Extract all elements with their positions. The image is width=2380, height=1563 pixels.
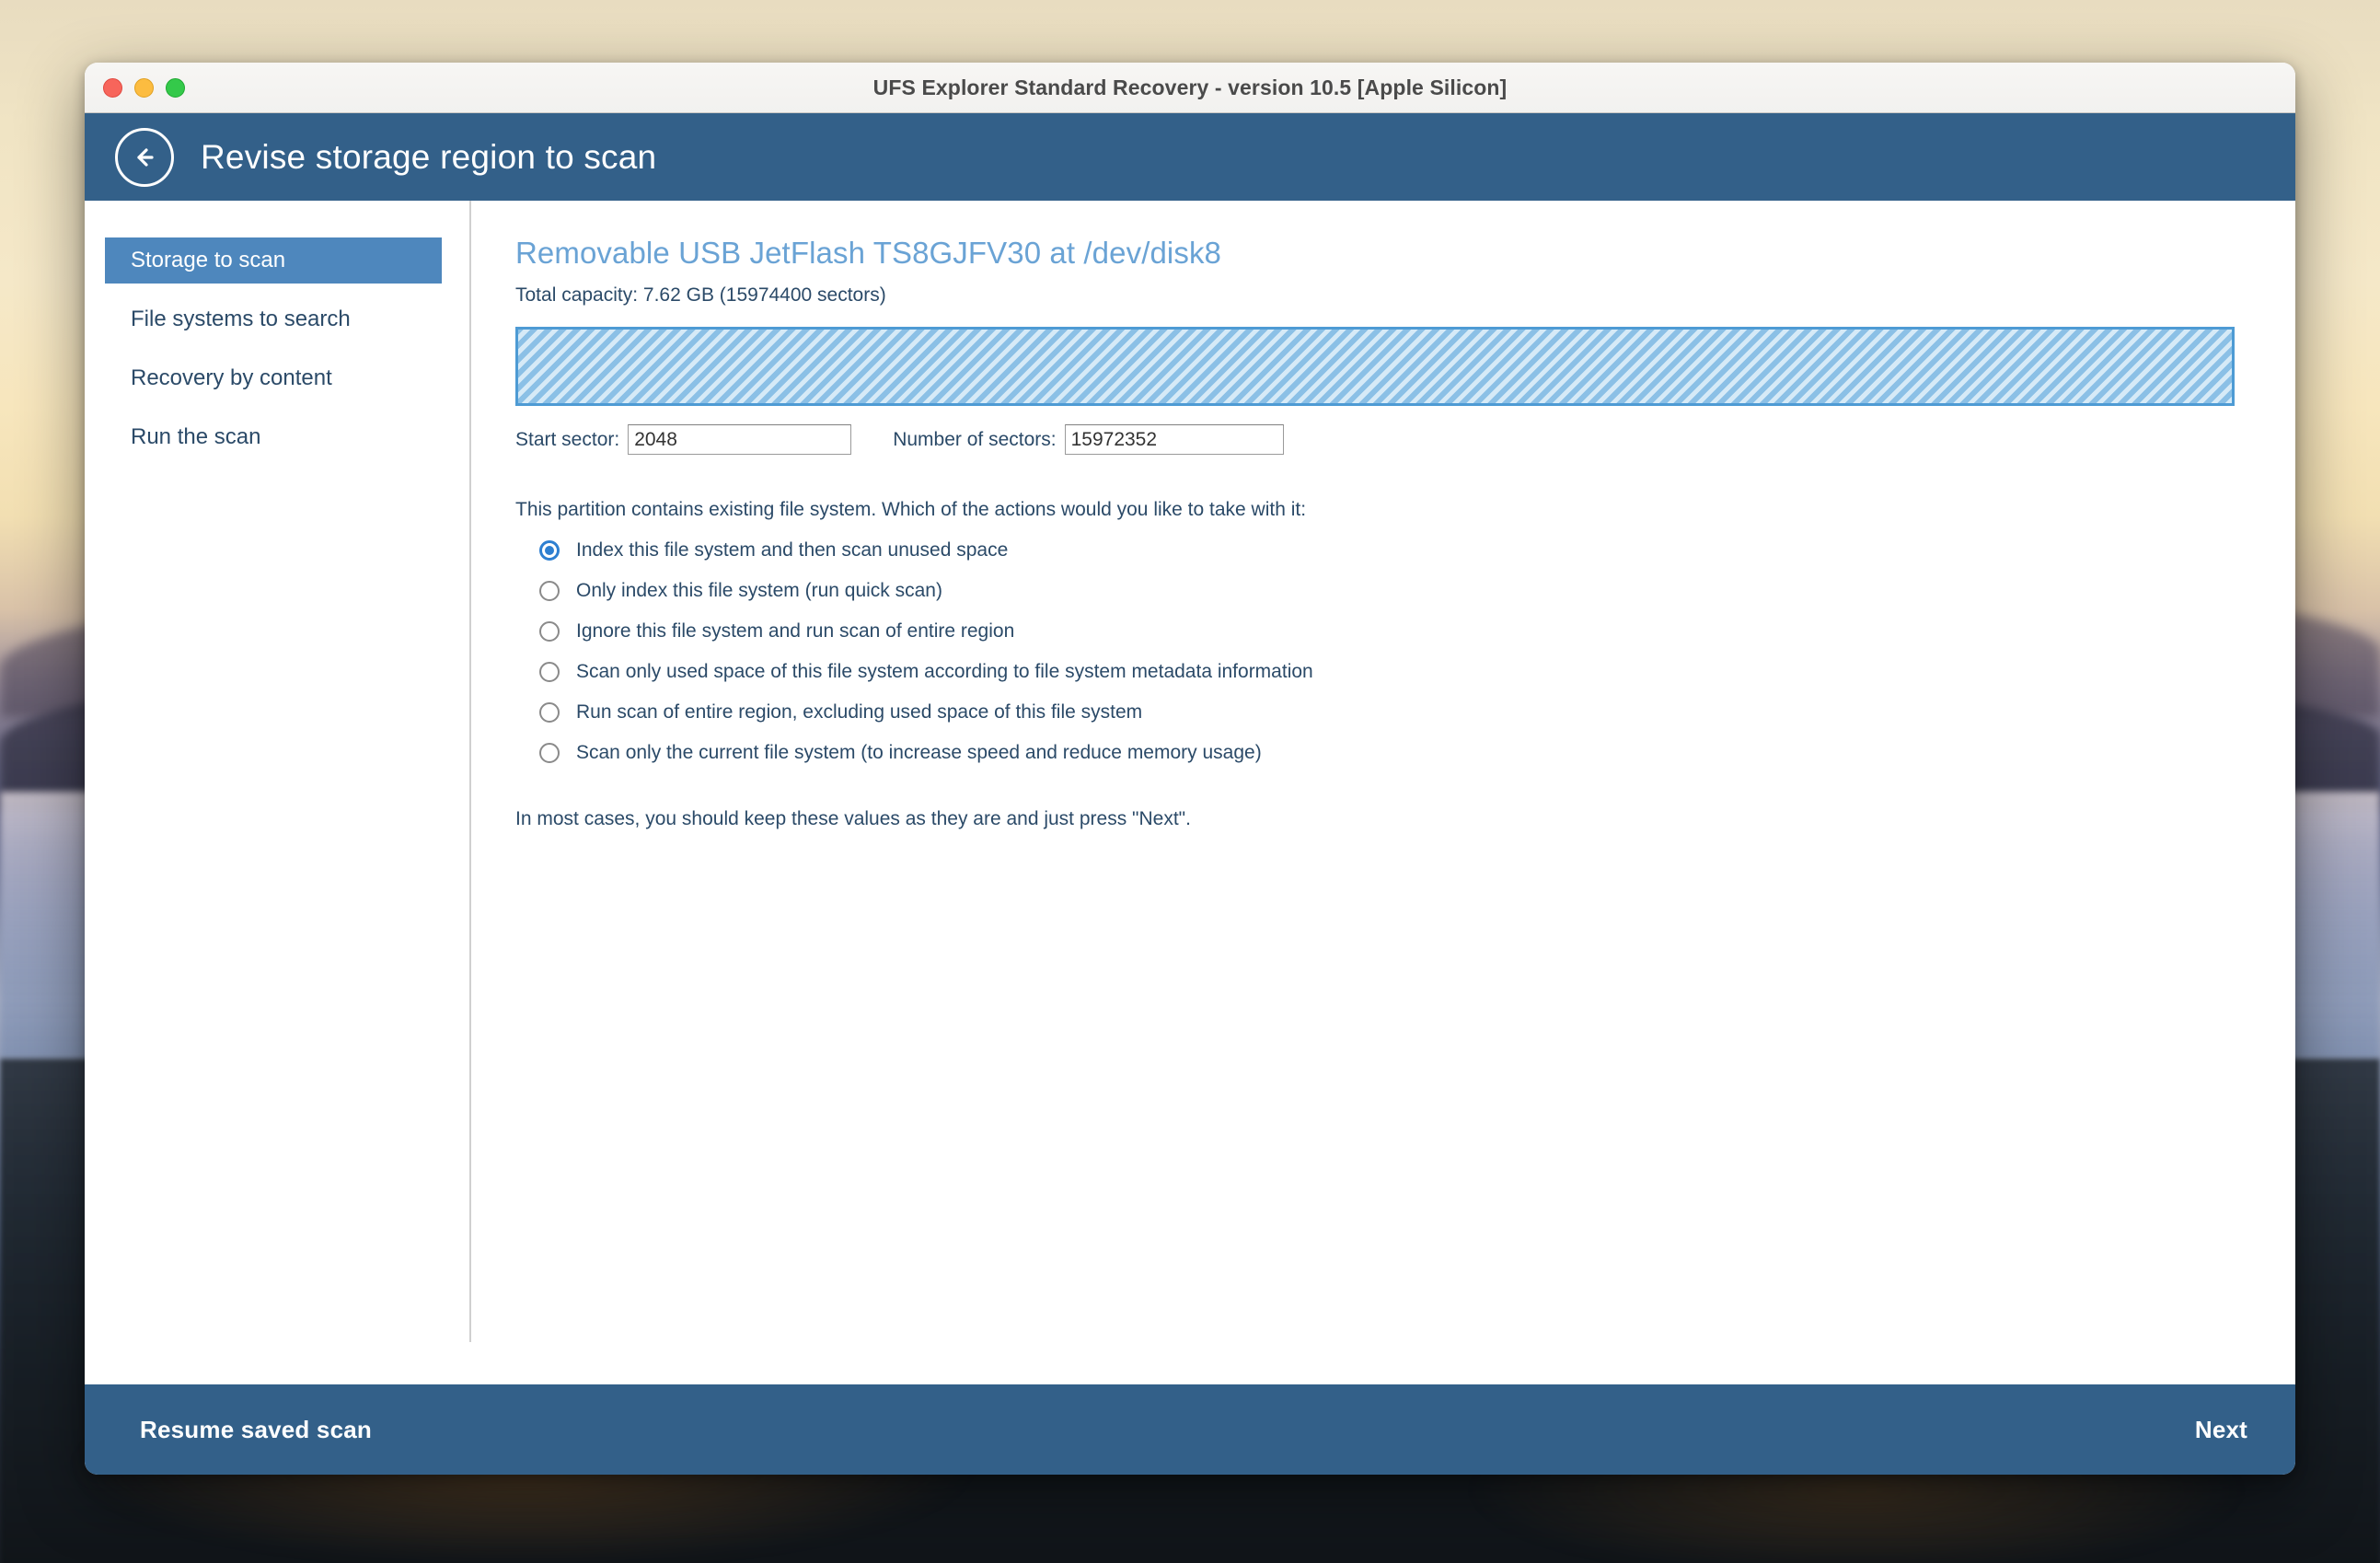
start-sector-input[interactable] [628, 424, 852, 455]
sidebar-item-label: Run the scan [131, 424, 261, 449]
storage-device-title: Removable USB JetFlash TS8GJFV30 at /dev… [515, 236, 1221, 270]
application-window: UFS Explorer Standard Recovery - version… [85, 63, 2295, 1475]
sidebar-item-label: File systems to search [131, 307, 351, 331]
radio-option-ignore-scan-entire-region[interactable]: Ignore this file system and run scan of … [515, 620, 2295, 643]
radio-option-scan-only-current-fs[interactable]: Scan only the current file system (to in… [515, 742, 2295, 764]
number-of-sectors-input[interactable] [1064, 424, 1284, 455]
back-arrow-icon[interactable] [115, 127, 174, 187]
main-content: Removable USB JetFlash TS8GJFV30 at /dev… [471, 201, 2295, 1384]
partition-region-bar[interactable] [515, 327, 2235, 406]
wizard-step-sidebar: Storage to scan File systems to search R… [85, 201, 471, 1384]
file-system-action-question: This partition contains existing file sy… [515, 499, 1307, 520]
sidebar-item-run-the-scan[interactable]: Run the scan [105, 414, 442, 460]
radio-option-label: Only index this file system (run quick s… [576, 580, 942, 601]
radio-unselected-icon[interactable] [539, 743, 560, 763]
sector-range-row: Start sector: Number of sectors: [515, 424, 2295, 455]
window-titlebar: UFS Explorer Standard Recovery - version… [85, 63, 2295, 113]
number-of-sectors-label: Number of sectors: [893, 428, 1057, 450]
sidebar-item-label: Storage to scan [131, 248, 286, 272]
page-title: Revise storage region to scan [201, 137, 657, 176]
sidebar-item-label: Recovery by content [131, 365, 332, 390]
page-header: Revise storage region to scan [85, 113, 2295, 201]
radio-option-label: Ignore this file system and run scan of … [576, 620, 1015, 642]
hint-text: In most cases, you should keep these val… [515, 808, 1191, 829]
zoom-window-button[interactable] [166, 77, 185, 98]
radio-option-scan-entire-excluding-used[interactable]: Run scan of entire region, excluding use… [515, 701, 2295, 724]
radio-option-scan-used-space-metadata[interactable]: Scan only used space of this file system… [515, 661, 2295, 683]
radio-unselected-icon[interactable] [539, 662, 560, 682]
radio-unselected-icon[interactable] [539, 581, 560, 601]
desktop-wallpaper: UFS Explorer Standard Recovery - version… [0, 0, 2380, 1563]
storage-capacity-text: Total capacity: 7.62 GB (15974400 sector… [515, 284, 886, 306]
sidebar-item-file-systems-to-search[interactable]: File systems to search [105, 296, 442, 342]
radio-option-label: Scan only used space of this file system… [576, 661, 1313, 682]
radio-unselected-icon[interactable] [539, 621, 560, 642]
start-sector-label: Start sector: [515, 428, 620, 450]
traffic-light-group [103, 77, 185, 98]
resume-saved-scan-button[interactable]: Resume saved scan [140, 1416, 372, 1444]
window-title: UFS Explorer Standard Recovery - version… [872, 75, 1508, 99]
radio-option-label: Scan only the current file system (to in… [576, 742, 1262, 763]
sidebar-item-storage-to-scan[interactable]: Storage to scan [105, 237, 442, 284]
window-body: Storage to scan File systems to search R… [85, 201, 2295, 1384]
radio-option-index-and-scan-unused[interactable]: Index this file system and then scan unu… [515, 539, 2295, 562]
close-window-button[interactable] [103, 77, 122, 98]
minimize-window-button[interactable] [134, 77, 154, 98]
radio-unselected-icon[interactable] [539, 702, 560, 723]
radio-selected-icon[interactable] [539, 540, 560, 561]
sidebar-item-recovery-by-content[interactable]: Recovery by content [105, 355, 442, 401]
radio-option-label: Index this file system and then scan unu… [576, 539, 1009, 561]
next-button[interactable]: Next [2195, 1416, 2247, 1444]
window-footer: Resume saved scan Next [85, 1384, 2295, 1475]
file-system-action-radio-group: Index this file system and then scan unu… [515, 539, 2295, 764]
radio-option-only-index-quick-scan[interactable]: Only index this file system (run quick s… [515, 580, 2295, 602]
radio-option-label: Run scan of entire region, excluding use… [576, 701, 1143, 723]
